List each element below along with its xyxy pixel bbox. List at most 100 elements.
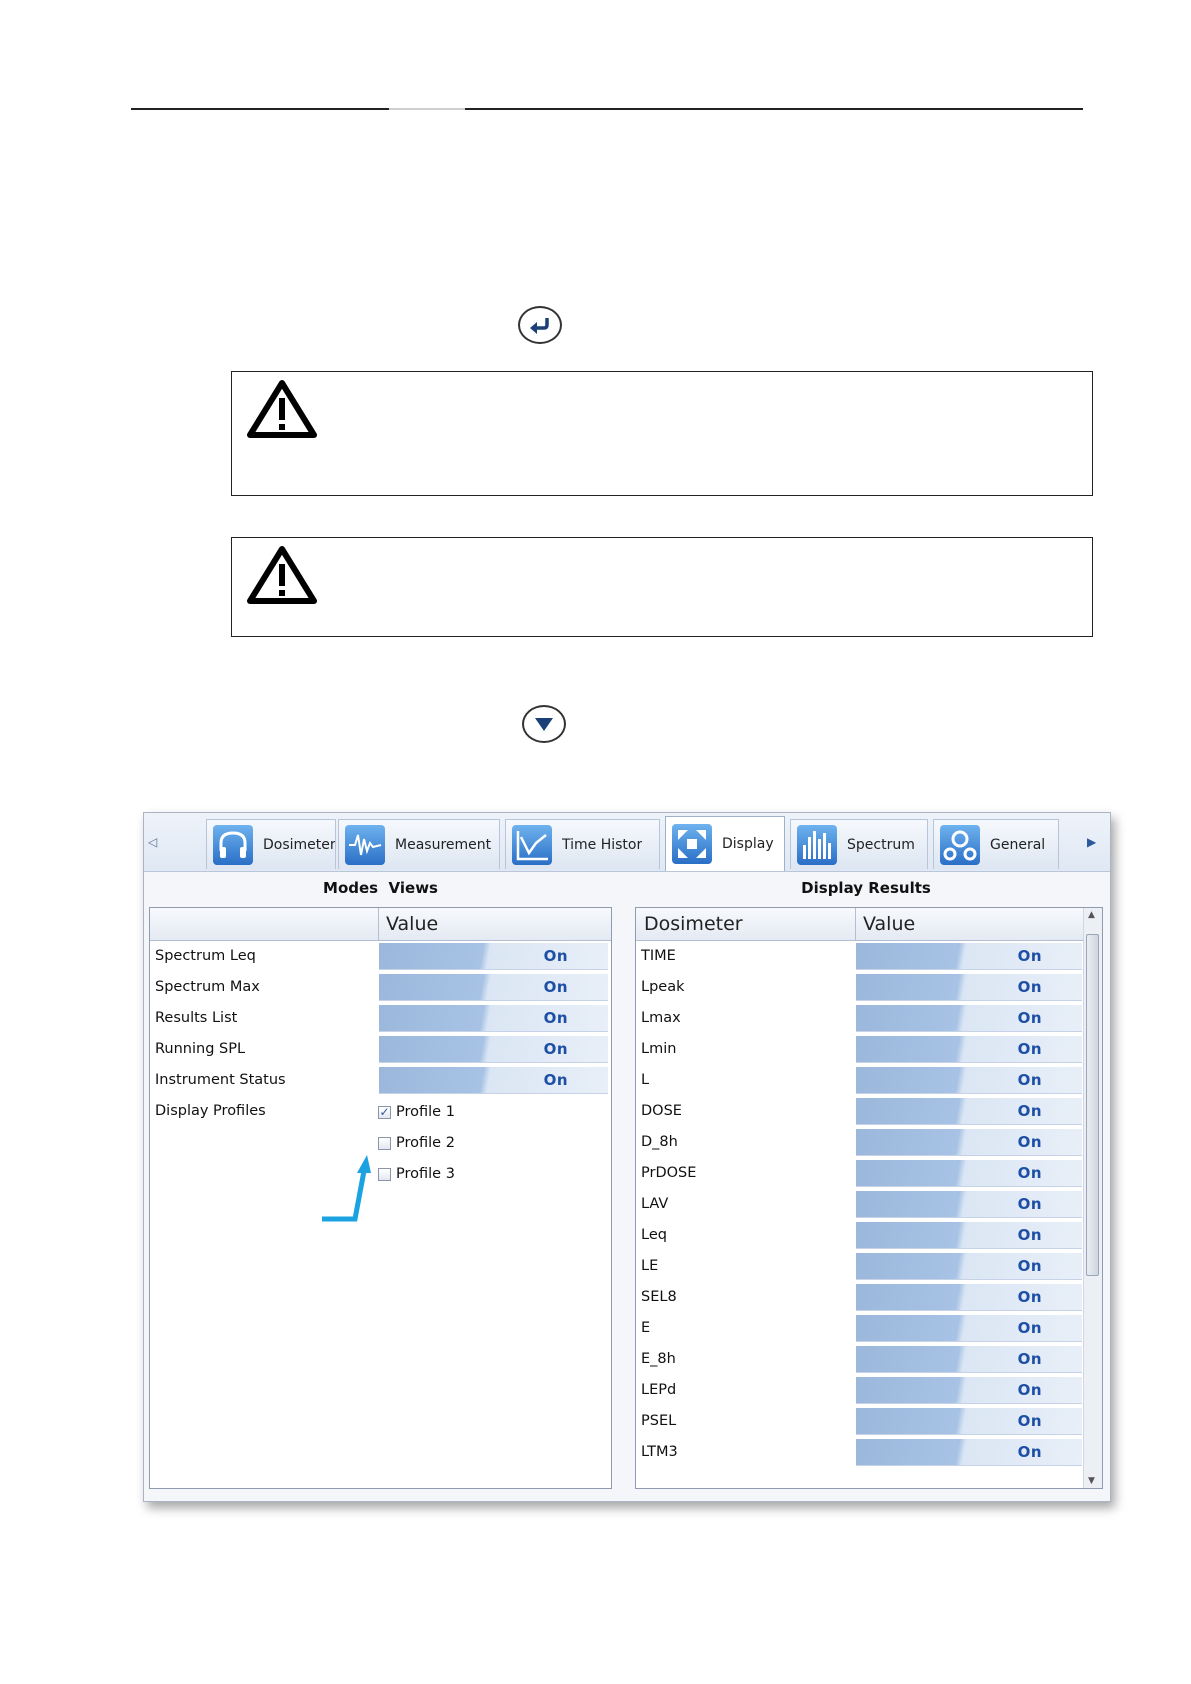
value-toggle[interactable]: On [856,943,1082,970]
value-toggle[interactable]: On [379,943,608,970]
table-row: PSEL On [636,1406,1084,1437]
table-row: E On [636,1313,1084,1344]
scrollbar-thumb[interactable] [1086,934,1099,1276]
tab-label: Measurement [395,836,492,853]
warning-triangle-icon [247,546,317,604]
header-rule-left [131,108,389,110]
tab-dosimeter[interactable]: Dosimeter [206,819,336,869]
return-arrow-icon [518,306,562,344]
value-toggle[interactable]: On [856,1098,1082,1125]
table-row: Instrument Status On [150,1065,611,1096]
table-row: Spectrum Leq On [150,941,611,972]
value-text: On [1017,1288,1042,1306]
scroll-up-icon[interactable]: ▲ [1088,910,1095,920]
row-label: Running SPL [155,1041,246,1057]
expand-arrows-icon [672,824,712,864]
tab-label: Time Histor [562,836,643,853]
value-text: On [1017,1195,1042,1213]
value-text: On [1017,1257,1042,1275]
row-label: SEL8 [641,1289,677,1305]
display-results-grid: Dosimeter Value TIME On Lpeak On Lmax On Lmin O… [635,907,1103,1489]
value-text: On [1017,978,1042,996]
row-label: LE [641,1258,659,1274]
row-label: Instrument Status [155,1072,286,1088]
value-toggle[interactable]: On [856,1315,1082,1342]
row-label: DOSE [641,1103,682,1119]
value-toggle[interactable]: On [856,1067,1082,1094]
value-toggle[interactable]: On [856,1160,1082,1187]
value-toggle[interactable]: On [856,1408,1082,1435]
header-value: Value [386,913,439,935]
scroll-down-icon[interactable]: ▼ [1088,1476,1095,1486]
value-text: On [1017,1443,1042,1461]
profile-label: Profile 1 [396,1104,455,1120]
value-text: On [543,1040,568,1058]
value-toggle[interactable]: On [856,974,1082,1001]
value-toggle[interactable]: On [379,1067,608,1094]
pointer-arrow-icon [322,1155,371,1222]
value-toggle[interactable]: On [379,1005,608,1032]
value-toggle[interactable]: On [856,1253,1082,1280]
row-label: E_8h [641,1351,676,1367]
bar-spectrum-icon [797,824,837,865]
tab-spectrum[interactable]: Spectrum [790,819,928,869]
down-triangle-icon [522,705,566,743]
tab-time-histor[interactable]: Time Histor [505,819,660,869]
value-toggle[interactable]: On [856,1346,1082,1373]
header-dosimeter: Dosimeter [644,913,743,935]
tab-general[interactable]: General [933,819,1059,869]
tab-display[interactable]: Display [665,816,785,871]
vertical-scrollbar[interactable]: ▲ ▼ [1083,908,1102,1488]
header-rule-right [465,108,1083,110]
value-toggle[interactable]: On [856,1377,1082,1404]
profile-checkbox[interactable]: ✓ Profile 1 [378,1104,455,1120]
value-toggle[interactable]: On [856,1005,1082,1032]
scroll-left-icon[interactable]: ◁ [148,835,157,849]
tab-label: Display [722,836,774,852]
tab-bar: ◁ Dosimeter Measurement Time Histor Display… [144,813,1110,872]
row-label: D_8h [641,1134,678,1150]
display-profiles-label: Display Profiles [155,1103,266,1119]
profile-label: Profile 3 [396,1166,455,1182]
table-row: Lmin On [636,1034,1084,1065]
tab-measurement[interactable]: Measurement [338,819,500,869]
tab-label: General [990,836,1046,853]
line-chart-icon [512,824,552,865]
gears-icon [940,824,980,865]
value-toggle[interactable]: On [379,1036,608,1063]
value-toggle[interactable]: On [856,1129,1082,1156]
settings-window: ◁ Dosimeter Measurement Time Histor Display… [143,812,1111,1502]
warning-box-2 [231,537,1093,637]
grid-header: Dosimeter Value [636,908,1084,941]
value-text: On [1017,1412,1042,1430]
row-label: Spectrum Max [155,979,260,995]
table-row: PrDOSE On [636,1158,1084,1189]
checkmark-icon[interactable]: ✓ [378,1105,391,1119]
modes-views-title: Modes Views [323,879,438,897]
scroll-right-icon[interactable]: ▶ [1087,835,1096,849]
table-row: SEL8 On [636,1282,1084,1313]
table-row: L On [636,1065,1084,1096]
grid-header: Value [150,908,611,941]
value-toggle[interactable]: On [856,1036,1082,1063]
value-text: On [1017,1164,1042,1182]
table-row: LAV On [636,1189,1084,1220]
value-text: On [1017,1040,1042,1058]
row-label: Results List [155,1010,238,1026]
profile-checkbox[interactable]: Profile 3 [378,1166,455,1182]
header-rule-mid [389,108,465,110]
table-row: LTM3 On [636,1437,1084,1468]
profile-checkbox[interactable]: Profile 2 [378,1135,455,1151]
value-text: On [543,947,568,965]
display-results-title: Display Results [801,879,931,897]
profile-label: Profile 2 [396,1135,455,1151]
header-value: Value [863,913,916,935]
value-toggle[interactable]: On [379,974,608,1001]
row-label: Lmin [641,1041,677,1057]
value-toggle[interactable]: On [856,1439,1082,1466]
value-text: On [1017,1133,1042,1151]
row-label: Leq [641,1227,667,1243]
value-toggle[interactable]: On [856,1191,1082,1218]
value-toggle[interactable]: On [856,1284,1082,1311]
value-toggle[interactable]: On [856,1222,1082,1249]
